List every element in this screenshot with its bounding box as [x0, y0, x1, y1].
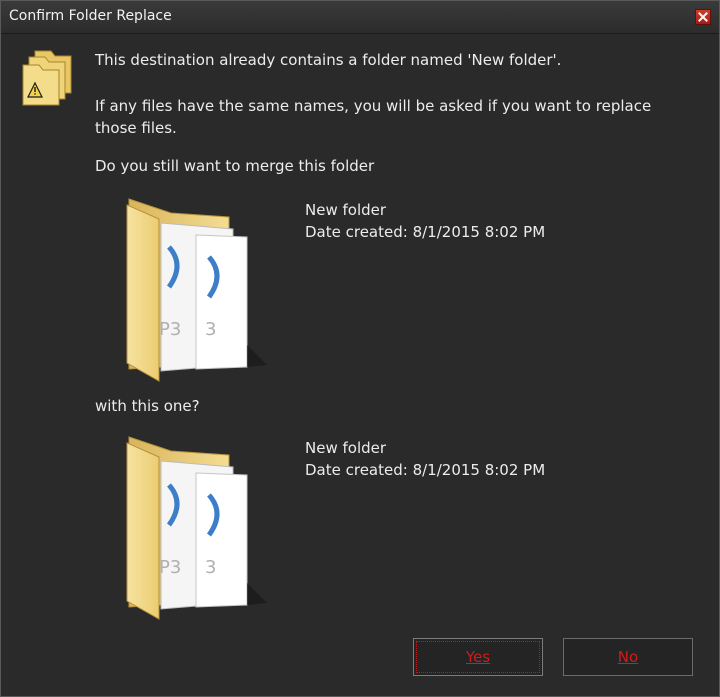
yes-button[interactable]: Yes	[413, 638, 543, 676]
message-line-2b: those files.	[95, 119, 177, 137]
message-line-1: This destination already contains a fold…	[95, 51, 562, 69]
dest-folder-name: New folder	[305, 439, 387, 457]
folder-icon: 3 P3	[126, 198, 267, 382]
source-folder-date: Date created: 8/1/2015 8:02 PM	[305, 223, 546, 241]
close-icon[interactable]	[695, 9, 711, 25]
svg-text:3: 3	[205, 319, 216, 340]
dest-folder-info: New folder Date created: 8/1/2015 8:02 P…	[305, 437, 545, 481]
no-button[interactable]: No	[563, 638, 693, 676]
dest-folder-date: Date created: 8/1/2015 8:02 PM	[305, 461, 546, 479]
message-line-2a: If any files have the same names, you wi…	[95, 97, 652, 115]
title-bar[interactable]: Confirm Folder Replace	[1, 1, 719, 34]
merge-question: Do you still want to merge this folder	[95, 157, 375, 175]
warning-folder-icon	[22, 50, 72, 106]
source-folder-info: New folder Date created: 8/1/2015 8:02 P…	[305, 199, 545, 243]
svg-text:3: 3	[205, 557, 216, 578]
svg-text:P3: P3	[159, 319, 181, 340]
window-title: Confirm Folder Replace	[9, 8, 172, 24]
folder-icon: 3 P3	[126, 436, 267, 620]
svg-text:P3: P3	[159, 557, 181, 578]
source-folder-name: New folder	[305, 201, 387, 219]
dialog-window: Confirm Folder Replace This destination …	[0, 0, 720, 697]
with-this-one-text: with this one?	[95, 397, 200, 415]
